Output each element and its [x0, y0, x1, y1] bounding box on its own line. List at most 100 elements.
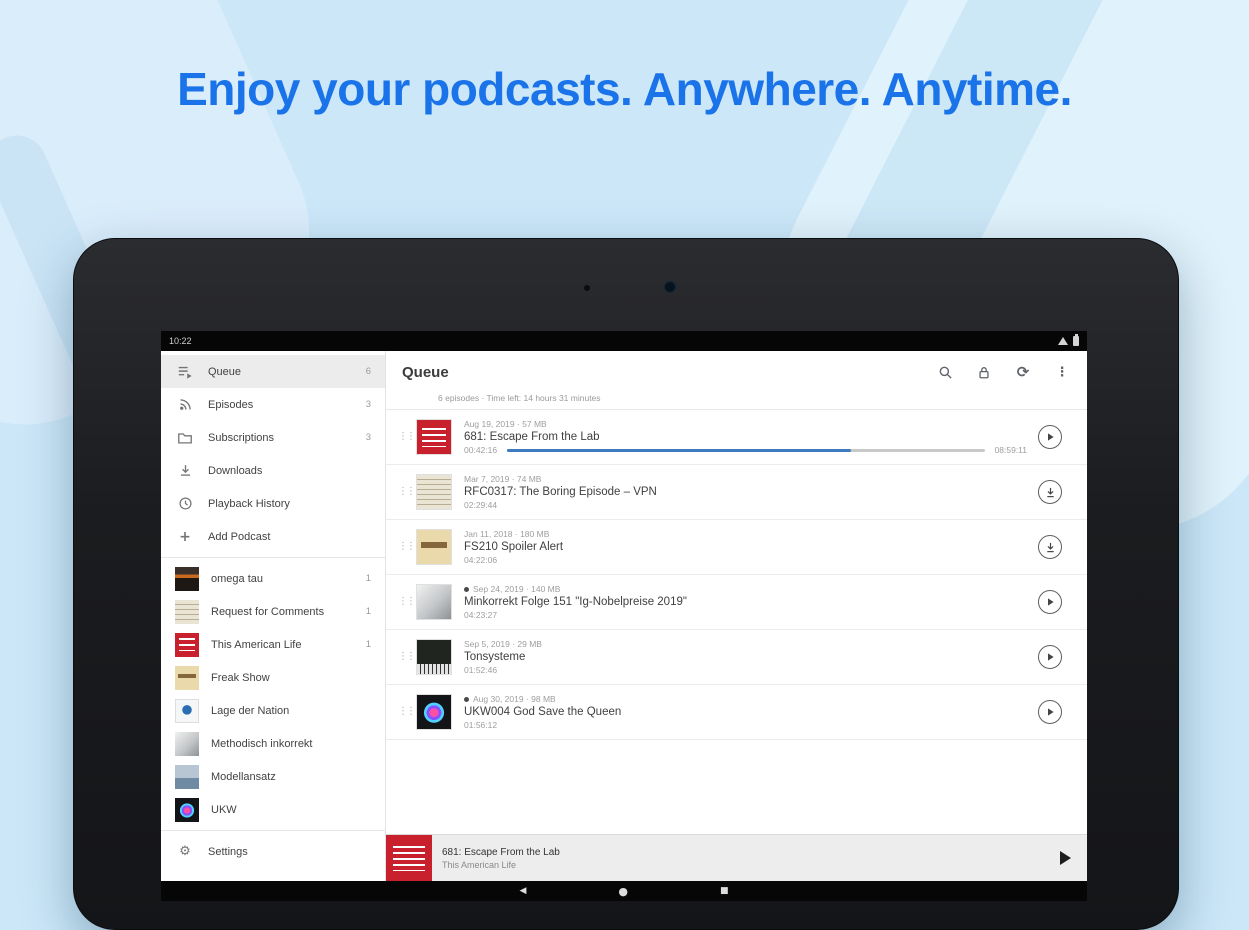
front-camera: [664, 281, 676, 293]
episode-duration: 01:56:12: [464, 720, 1027, 730]
episode-row[interactable]: ⋮⋮ Mar 7, 2019 · 74 MB RFC0317: The Bori…: [386, 465, 1087, 520]
sidebar-item-playback-history[interactable]: Playback History: [161, 487, 385, 520]
unplayed-dot: [464, 697, 469, 702]
refresh-button[interactable]: ⟳: [1012, 361, 1034, 383]
progress-fill: [507, 449, 851, 452]
play-button[interactable]: [1038, 645, 1062, 669]
sidebar-item-subscriptions[interactable]: Subscriptions 3: [161, 421, 385, 454]
episode-date-label: Mar 7, 2019 · 74 MB: [464, 474, 541, 484]
podcast-label: Methodisch inkorrekt: [211, 738, 363, 750]
episode-date-label: Jan 11, 2018 · 180 MB: [464, 529, 549, 539]
play-button[interactable]: [1038, 700, 1062, 724]
episode-date-label: Aug 19, 2019 · 57 MB: [464, 419, 547, 429]
episode-meta: Mar 7, 2019 · 74 MB RFC0317: The Boring …: [464, 474, 1027, 510]
position-label: 00:42:16: [464, 445, 497, 455]
play-button[interactable]: [1038, 590, 1062, 614]
sidebar-podcast-ukw[interactable]: UKW: [161, 793, 385, 826]
episode-meta: Aug 30, 2019 · 98 MB UKW004 God Save the…: [464, 694, 1027, 730]
episode-artwork: [416, 639, 452, 675]
app-window: Queue 6 Episodes 3 Subscriptions 3: [161, 351, 1087, 881]
sidebar-item-count: 6: [366, 366, 371, 377]
podcast-count: 1: [366, 639, 371, 650]
download-button[interactable]: [1038, 480, 1062, 504]
episode-row[interactable]: ⋮⋮ Sep 5, 2019 · 29 MB Tonsysteme 01:52:…: [386, 630, 1087, 685]
sidebar-item-downloads[interactable]: Downloads: [161, 454, 385, 487]
podcast-label: This American Life: [211, 639, 358, 651]
drag-handle-icon[interactable]: ⋮⋮: [398, 432, 412, 442]
sidebar-item-label: Subscriptions: [208, 432, 358, 444]
podcast-count: 1: [366, 606, 371, 617]
sidebar-item-settings[interactable]: ⚙ Settings: [161, 835, 385, 868]
status-bar: 10:22: [161, 331, 1087, 351]
sidebar-item-label: Downloads: [208, 465, 363, 477]
nav-drawer: Queue 6 Episodes 3 Subscriptions 3: [161, 351, 386, 881]
episode-row[interactable]: ⋮⋮ Jan 11, 2018 · 180 MB FS210 Spoiler A…: [386, 520, 1087, 575]
episode-duration: 04:22:06: [464, 555, 1027, 565]
episode-row[interactable]: ⋮⋮ Sep 24, 2019 · 140 MB Minkorrekt Folg…: [386, 575, 1087, 630]
sidebar-podcast-freak-show[interactable]: Freak Show: [161, 661, 385, 694]
recents-button[interactable]: ■: [720, 887, 729, 896]
sidebar-item-label: Playback History: [208, 498, 363, 510]
episode-artwork: [416, 584, 452, 620]
sidebar-item-label: Settings: [208, 846, 371, 858]
podcast-count: 1: [366, 573, 371, 584]
sidebar-podcast-methodisch-inkorrekt[interactable]: Methodisch inkorrekt: [161, 727, 385, 760]
episode-date: Sep 24, 2019 · 140 MB: [464, 584, 1027, 594]
mini-play-button[interactable]: [1060, 851, 1071, 865]
remaining-label: 08:59:11: [995, 445, 1027, 455]
clock-label: 10:22: [169, 336, 192, 346]
podcast-artwork: [175, 666, 199, 690]
podcast-artwork: [175, 699, 199, 723]
sidebar-item-add-podcast[interactable]: + Add Podcast: [161, 520, 385, 553]
back-button[interactable]: ◀: [519, 887, 526, 896]
episode-title: Tonsysteme: [464, 651, 1027, 663]
page-title: Queue: [402, 364, 449, 381]
episode-row[interactable]: ⋮⋮ Aug 30, 2019 · 98 MB UKW004 God Save …: [386, 685, 1087, 740]
podcast-label: UKW: [211, 804, 363, 816]
episode-date-label: Sep 24, 2019 · 140 MB: [473, 584, 560, 594]
tablet-device: 10:22 Queue 6: [73, 238, 1179, 930]
download-button[interactable]: [1038, 535, 1062, 559]
app-screen: 10:22 Queue 6: [161, 331, 1087, 901]
download-icon: [175, 463, 195, 478]
podcast-artwork: [175, 732, 199, 756]
search-button[interactable]: [934, 361, 956, 383]
sidebar-podcast-lage-der-nation[interactable]: Lage der Nation: [161, 694, 385, 727]
episode-date-label: Aug 30, 2019 · 98 MB: [473, 694, 556, 704]
sidebar-podcast-this-american-life[interactable]: This American Life 1: [161, 628, 385, 661]
folder-icon: [175, 430, 195, 446]
podcast-artwork: [175, 567, 199, 591]
sensor-dot: [584, 285, 590, 291]
sidebar-item-queue[interactable]: Queue 6: [161, 355, 385, 388]
episode-date: Aug 30, 2019 · 98 MB: [464, 694, 1027, 704]
episode-title: RFC0317: The Boring Episode – VPN: [464, 486, 1027, 498]
episode-date: Sep 5, 2019 · 29 MB: [464, 639, 1027, 649]
progress-bar[interactable]: [507, 449, 984, 452]
sidebar-item-episodes[interactable]: Episodes 3: [161, 388, 385, 421]
now-playing-podcast: This American Life: [442, 860, 560, 870]
sidebar-podcast-omega-tau[interactable]: omega tau 1: [161, 562, 385, 595]
queue-lock-button[interactable]: [973, 361, 995, 383]
drag-handle-icon[interactable]: ⋮⋮: [398, 652, 412, 662]
drag-handle-icon[interactable]: ⋮⋮: [398, 707, 412, 717]
episode-row[interactable]: ⋮⋮ Aug 19, 2019 · 57 MB 681: Escape From…: [386, 410, 1087, 465]
episode-meta: Sep 24, 2019 · 140 MB Minkorrekt Folge 1…: [464, 584, 1027, 620]
episode-title: UKW004 God Save the Queen: [464, 706, 1027, 718]
sidebar-item-label: Episodes: [208, 399, 358, 411]
sidebar-podcast-request-for-comments[interactable]: Request for Comments 1: [161, 595, 385, 628]
drag-handle-icon[interactable]: ⋮⋮: [398, 487, 412, 497]
main-content: Queue ⟳ ⋮ 6 episodes · Time left: 14 hou…: [386, 351, 1087, 881]
play-button[interactable]: [1038, 425, 1062, 449]
podcast-artwork: [175, 633, 199, 657]
drag-handle-icon[interactable]: ⋮⋮: [398, 542, 412, 552]
sidebar-podcast-modellansatz[interactable]: Modellansatz: [161, 760, 385, 793]
drag-handle-icon[interactable]: ⋮⋮: [398, 597, 412, 607]
sidebar-item-label: Add Podcast: [208, 531, 363, 543]
home-button[interactable]: ●: [618, 886, 628, 897]
plus-icon: +: [175, 529, 195, 545]
podcast-label: Request for Comments: [211, 606, 358, 618]
mini-player[interactable]: 681: Escape From the Lab This American L…: [386, 834, 1087, 881]
overflow-menu-button[interactable]: ⋮: [1051, 361, 1073, 383]
episode-artwork: [416, 419, 452, 455]
playback-progress: 00:42:16 08:59:11: [464, 445, 1027, 455]
